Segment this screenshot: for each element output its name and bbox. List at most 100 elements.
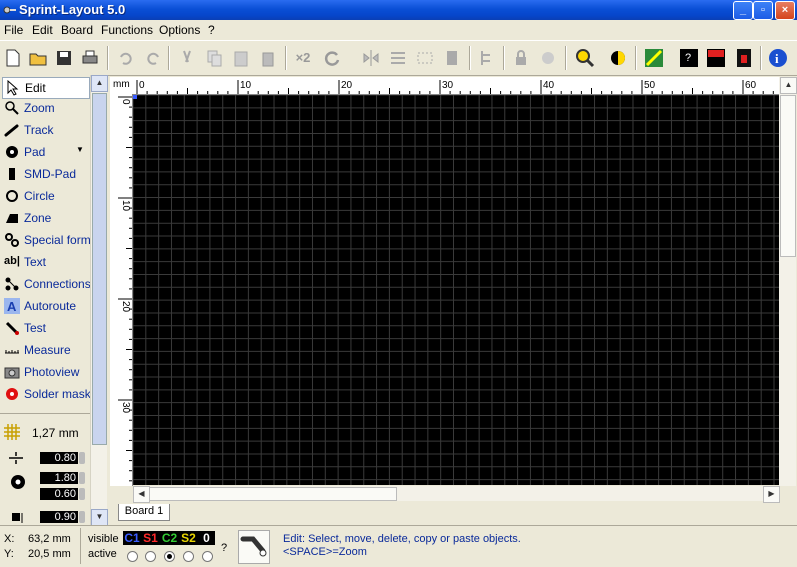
scroll-right-arrow[interactable]: ▶	[763, 486, 780, 503]
tool-measure[interactable]: Measure	[2, 340, 88, 360]
smd-size-icon	[12, 513, 23, 523]
tool-test[interactable]: Test	[2, 318, 88, 338]
ruler-label: 50	[644, 80, 656, 91]
tool-special-form[interactable]: Special form	[2, 230, 91, 250]
track-width-icon	[9, 452, 23, 464]
transparent-icon[interactable]	[607, 47, 629, 69]
open-folder-icon[interactable]	[27, 47, 49, 69]
solder-mask-icon	[6, 388, 18, 400]
track-width-value[interactable]: 0.80	[40, 452, 78, 464]
tool-track[interactable]: Track	[2, 120, 88, 140]
layer-c2-toggle[interactable]: C2	[160, 531, 179, 545]
align-icon[interactable]	[387, 47, 409, 69]
macro-icon[interactable]	[733, 47, 755, 69]
tool-autoroute[interactable]: A Autoroute	[2, 296, 88, 316]
layer-s2-toggle[interactable]: S2	[179, 531, 198, 545]
close-button[interactable]: ×	[775, 1, 795, 20]
scroll-up-arrow[interactable]: ▲	[780, 77, 797, 94]
rotate-icon[interactable]	[322, 47, 344, 69]
duplicate-button[interactable]: ×2	[292, 47, 314, 69]
tool-smd-pad[interactable]: SMD-Pad	[2, 164, 88, 184]
active-0-radio[interactable]	[202, 551, 213, 562]
drc-icon[interactable]	[705, 47, 727, 69]
board-canvas[interactable]	[133, 95, 779, 485]
minimize-button[interactable]: _	[733, 1, 753, 20]
menu-file[interactable]: File	[4, 23, 23, 37]
ruler-label: 0	[139, 80, 145, 91]
pad-outer-value[interactable]: 1.80	[40, 472, 78, 484]
tool-label: Autoroute	[24, 299, 77, 313]
ruler-label: 0	[120, 99, 131, 105]
print-icon[interactable]	[79, 47, 101, 69]
tool-photoview[interactable]: Photoview	[2, 362, 88, 382]
layer-0-toggle[interactable]: 0	[198, 531, 215, 545]
grid-setting[interactable]: 1,27 mm	[0, 423, 90, 443]
scroll-down-arrow[interactable]: ▼	[91, 509, 108, 526]
scroll-thumb[interactable]	[780, 95, 796, 257]
spinner[interactable]	[79, 511, 85, 523]
spinner[interactable]	[79, 488, 85, 500]
menu-board[interactable]: Board	[61, 23, 93, 37]
menu-options[interactable]: Options	[159, 23, 200, 37]
tool-solder-mask[interactable]: Solder mask	[2, 384, 91, 404]
tab-board-1[interactable]: Board 1	[118, 504, 170, 521]
pad-drill-value[interactable]: 0.60	[40, 488, 78, 500]
unlock-icon[interactable]	[537, 47, 559, 69]
status-hint: Edit: Select, move, delete, copy or past…	[283, 533, 521, 545]
tool-connections[interactable]: Connections	[2, 274, 91, 294]
layer-c1-toggle[interactable]: C1	[123, 531, 141, 545]
component-icon[interactable]	[441, 47, 463, 69]
menu-functions[interactable]: Functions	[101, 23, 153, 37]
tool-circle[interactable]: Circle	[2, 186, 88, 206]
special-form-icon	[5, 233, 19, 247]
active-s2-radio[interactable]	[183, 551, 194, 562]
tool-panel-scrollbar[interactable]: ▲ ▼	[90, 75, 108, 526]
scroll-thumb[interactable]	[92, 93, 107, 445]
tool-zoom[interactable]: Zoom	[2, 98, 88, 118]
test-icon	[5, 321, 19, 335]
scroll-left-arrow[interactable]: ◀	[133, 486, 150, 503]
cut-icon[interactable]	[176, 47, 198, 69]
tool-edit[interactable]: Edit	[2, 77, 90, 99]
info-icon[interactable]: i	[767, 47, 789, 69]
spinner[interactable]	[79, 452, 85, 464]
menu-help[interactable]: ?	[208, 23, 215, 37]
tool-label: Connections	[24, 277, 91, 291]
smd-size-value[interactable]: 0.90	[40, 511, 78, 523]
mirror-icon[interactable]	[360, 47, 382, 69]
scroll-up-arrow[interactable]: ▲	[91, 75, 108, 92]
lock-icon[interactable]	[510, 47, 532, 69]
maximize-button[interactable]: ▫	[753, 1, 773, 20]
vertical-scrollbar[interactable]: ▲	[779, 77, 797, 486]
active-s1-radio[interactable]	[145, 551, 156, 562]
layer-s1-toggle[interactable]: S1	[141, 531, 160, 545]
new-file-icon[interactable]	[2, 47, 24, 69]
redo-icon[interactable]	[142, 47, 164, 69]
tool-zone[interactable]: Zone	[2, 208, 88, 228]
horizontal-scrollbar[interactable]: ◀ ▶	[133, 486, 780, 503]
connections-icon	[5, 277, 19, 291]
dropdown-arrow-icon[interactable]: ▼	[76, 145, 84, 154]
active-c2-radio[interactable]	[164, 551, 175, 562]
delete-icon[interactable]	[257, 47, 279, 69]
save-icon[interactable]	[53, 47, 75, 69]
scroll-thumb[interactable]	[149, 487, 397, 501]
tool-text[interactable]: ab| Text	[2, 252, 88, 272]
app-icon	[3, 6, 16, 14]
copy-icon[interactable]	[203, 47, 225, 69]
group-icon[interactable]	[414, 47, 436, 69]
tool-pad[interactable]: Pad ▼	[2, 142, 88, 162]
scan-icon[interactable]: ?	[678, 47, 700, 69]
spinner[interactable]	[79, 472, 85, 484]
undo-icon[interactable]	[115, 47, 137, 69]
ruler-label: 30	[120, 402, 131, 414]
layer-help[interactable]: ?	[221, 542, 227, 554]
zoom-search-icon[interactable]	[574, 47, 596, 69]
paste-icon[interactable]	[230, 47, 252, 69]
menu-bar: File Edit Board Functions Options ?	[0, 20, 797, 39]
active-c1-radio[interactable]	[127, 551, 138, 562]
layer-icon[interactable]	[476, 47, 498, 69]
track-tool-icon	[240, 536, 267, 557]
autorouter-icon[interactable]	[643, 47, 665, 69]
menu-edit[interactable]: Edit	[32, 23, 53, 37]
